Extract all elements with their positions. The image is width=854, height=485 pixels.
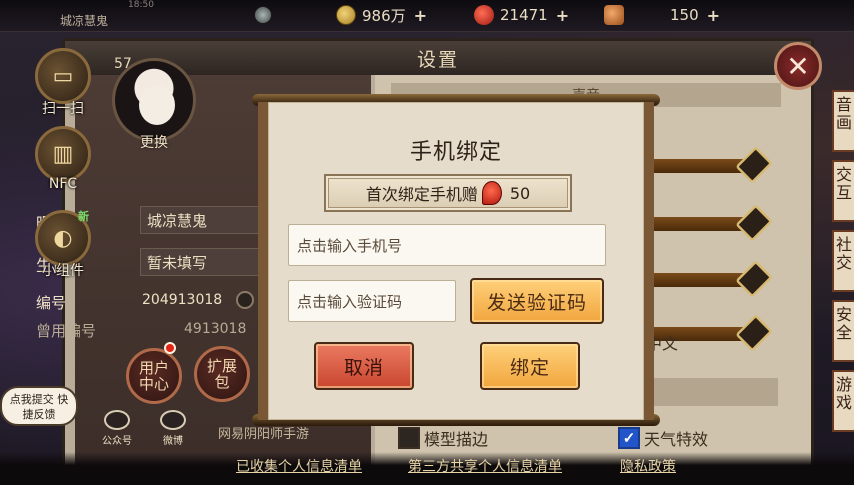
tab-game[interactable]: 游戏	[832, 370, 854, 432]
tab-social[interactable]: 社交	[832, 230, 854, 292]
outline-checkbox[interactable]	[398, 427, 420, 449]
avatar-face	[139, 85, 175, 125]
user-center-label: 用户中心	[138, 359, 169, 393]
send-code-button[interactable]: 发送验证码	[470, 278, 604, 324]
phone-input[interactable]: 点击输入手机号	[288, 224, 606, 266]
coin-resource[interactable]: 986万 +	[336, 3, 427, 27]
tab-av[interactable]: 音画	[832, 90, 854, 152]
food-icon	[604, 5, 624, 25]
wechat-label: 公众号	[102, 436, 132, 447]
avatar[interactable]	[112, 58, 196, 142]
coin-value: 986万	[362, 6, 406, 25]
feedback-bubble[interactable]: 点我提交 快捷反馈	[0, 386, 78, 426]
old-id-label: 曾用编号	[36, 322, 97, 340]
bind-button[interactable]: 绑定	[480, 342, 580, 390]
volume-knob-4[interactable]	[735, 314, 773, 352]
add-gem-button[interactable]: +	[556, 6, 569, 25]
user-center-button[interactable]: 用户中心	[126, 348, 182, 404]
birthday-field[interactable]: 暂未填写	[140, 248, 260, 276]
outline-label: 模型描边	[424, 430, 489, 449]
copy-icon[interactable]	[236, 291, 254, 309]
scan-icon: ▭	[35, 48, 91, 104]
scan-label: 扫一扫	[42, 101, 84, 117]
nfc-button[interactable]: ▥ NFC	[32, 126, 94, 192]
reward-amount: 50	[509, 183, 531, 203]
magatama-icon	[481, 181, 502, 205]
volume-knob-3[interactable]	[735, 260, 773, 298]
new-badge: 新	[78, 210, 89, 223]
phone-bind-dialog: 手机绑定 首次绑定手机赠 50 点击输入手机号 点击输入验证码 发送验证码 取消…	[258, 102, 654, 420]
add-food-button[interactable]: +	[707, 6, 720, 25]
weather-checkbox[interactable]: ✓	[618, 427, 640, 449]
privacy-policy-link[interactable]: 隐私政策	[620, 456, 676, 476]
id-row: 编号	[36, 292, 66, 313]
close-icon: ✕	[786, 49, 810, 83]
scan-button[interactable]: ▭ 扫一扫	[32, 48, 94, 118]
weibo-icon	[160, 410, 186, 430]
code-input[interactable]: 点击输入验证码	[288, 280, 456, 322]
player-name: 城凉慧鬼	[60, 14, 109, 28]
dialog-title: 手机绑定	[409, 140, 502, 165]
collected-info-link[interactable]: 已收集个人信息清单	[236, 456, 362, 476]
outline-option[interactable]: 模型描边	[398, 426, 488, 450]
close-settings-button[interactable]: ✕	[774, 42, 822, 90]
gem-resource[interactable]: 21471 +	[474, 3, 569, 27]
tab-security[interactable]: 安全	[832, 300, 854, 362]
old-id-value: 4913018	[184, 321, 247, 337]
weather-label: 天气特效	[644, 430, 709, 449]
weibo-label: 微博	[163, 436, 183, 447]
add-coin-button[interactable]: +	[414, 6, 427, 25]
widget-label: 小组件	[42, 263, 84, 279]
clock: 18:50	[128, 0, 154, 10]
tab-interaction[interactable]: 交互	[832, 160, 854, 222]
wechat-link[interactable]: 公众号	[102, 410, 132, 447]
food-resource[interactable]: 150 +	[604, 3, 720, 27]
gem-icon	[474, 5, 494, 25]
notification-dot	[164, 342, 176, 354]
cancel-button[interactable]: 取消	[314, 342, 414, 390]
weather-option[interactable]: ✓ 天气特效	[618, 426, 708, 450]
feedback-label: 点我提交 快捷反馈	[9, 393, 69, 421]
weibo-link[interactable]: 微博	[160, 410, 186, 447]
option-bar[interactable]	[640, 378, 778, 406]
third-party-info-link[interactable]: 第三方共享个人信息清单	[408, 456, 562, 476]
food-value: 150	[670, 6, 699, 24]
volume-knob-2[interactable]	[735, 204, 773, 242]
wechat-icon	[104, 410, 130, 430]
nickname-field[interactable]: 城凉慧鬼	[140, 206, 260, 234]
onmyoji-sigil-icon[interactable]	[254, 6, 272, 24]
nfc-icon: ▥	[35, 126, 91, 182]
expansion-label: 扩展包	[206, 357, 237, 391]
top-resource-bar: 18:50 城凉慧鬼 986万 + 21471 + 150 +	[0, 0, 854, 32]
change-avatar-label[interactable]: 更换	[140, 132, 168, 152]
id-label: 编号	[36, 294, 67, 312]
reward-text: 首次绑定手机赠	[365, 185, 478, 204]
expansion-button[interactable]: 扩展包	[194, 346, 250, 402]
nfc-label: NFC	[48, 176, 78, 192]
id-value: 204913018	[142, 292, 223, 308]
right-tab-strip: 音画 交互 社交 安全 游戏	[832, 90, 854, 440]
first-bind-reward: 首次绑定手机赠 50	[324, 174, 572, 212]
gem-value: 21471	[500, 6, 548, 24]
volume-knob-1[interactable]	[735, 146, 773, 184]
coin-icon	[336, 5, 356, 25]
